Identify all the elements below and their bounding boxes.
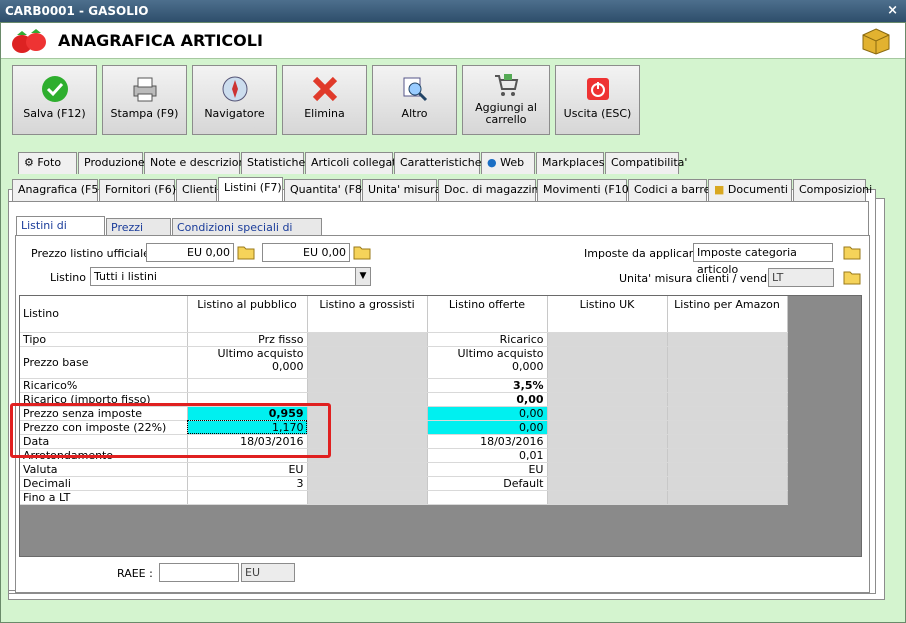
tab-composizioni[interactable]: Composizioni: [793, 179, 872, 201]
tab-anagrafica[interactable]: Anagrafica (F5): [12, 179, 103, 201]
tab-web[interactable]: ● Web: [481, 152, 535, 174]
print-button[interactable]: Stampa (F9): [102, 65, 187, 135]
subtab-listini-vendita[interactable]: Listini di vendita: [16, 216, 105, 250]
listino-select[interactable]: Tutti i listini ▼: [90, 267, 371, 286]
check-icon: [41, 76, 68, 102]
imposte-field[interactable]: Imposte categoria articolo: [693, 243, 833, 276]
subtab-prezzi-base[interactable]: Prezzi base: [106, 218, 171, 252]
tab-articoli-collegati[interactable]: Articoli collegati: [305, 152, 400, 174]
table-row: Prezzo con imposte (22%) 1,170 0,00: [20, 420, 788, 435]
header-bar: ANAGRAFICA ARTICOLI: [1, 23, 905, 59]
grid-header-offerte[interactable]: Listino offerte: [427, 296, 548, 333]
subtab-condizioni-speciali[interactable]: Condizioni speciali di vendita: [172, 218, 322, 252]
tab-fornitori[interactable]: Fornitori (F6): [99, 179, 176, 201]
table-row: Prezzo senza imposte 0,959 0,00: [20, 406, 788, 421]
table-row: Ricarico (importo fisso) 0,00: [20, 392, 788, 407]
table-row: Tipo Prz fisso Ricarico: [20, 332, 788, 347]
navigator-button[interactable]: Navigatore: [192, 65, 277, 135]
power-icon: [586, 78, 609, 100]
prezzo-listino-field-1[interactable]: EU 0,00: [146, 243, 234, 262]
grid-header-grossisti[interactable]: Listino a grossisti: [307, 296, 428, 333]
tab-statistiche[interactable]: Statistiche: [241, 152, 305, 174]
table-row: Arrotondamento 0,01: [20, 448, 788, 463]
tab-note-descrizioni[interactable]: Note e descrizioni: [144, 152, 249, 174]
grid-header-uk[interactable]: Listino UK: [547, 296, 668, 333]
unita-label: Unita' misura clienti / vendita :: [619, 272, 789, 285]
tab-codici-barre[interactable]: Codici a barre: [628, 179, 710, 201]
raee-currency: EU: [241, 563, 295, 582]
tab-compatibilita[interactable]: Compatibilita': [605, 152, 687, 174]
chevron-down-icon[interactable]: ▼: [355, 268, 370, 285]
tab-quantita[interactable]: Quantita' (F8): [284, 179, 366, 201]
exit-button[interactable]: Uscita (ESC): [555, 65, 640, 135]
grid-header-pubblico[interactable]: Listino al pubblico: [187, 296, 308, 333]
raee-label: RAEE :: [117, 567, 153, 580]
prezzo-listino-label: Prezzo listino ufficiale :: [31, 247, 158, 260]
tab-markplaces[interactable]: Markplaces: [536, 152, 604, 174]
window-title: CARB0001 - GASOLIO: [5, 4, 149, 18]
folder-icon[interactable]: [843, 269, 861, 286]
folder-icon[interactable]: [843, 244, 861, 261]
grid-header-row: Listino Listino al pubblico Listino a gr…: [20, 296, 788, 333]
page-title: ANAGRAFICA ARTICOLI: [58, 31, 263, 50]
delete-button[interactable]: Elimina: [282, 65, 367, 135]
folder-icon[interactable]: [353, 244, 371, 261]
unita-field: LT: [768, 268, 834, 287]
imposte-label: Imposte da applicare :: [584, 247, 708, 260]
grid-header-listino: Listino: [20, 296, 188, 333]
strawberry-logo-icon: [12, 29, 46, 53]
table-row: Decimali 3 Default: [20, 476, 788, 491]
printer-icon: [133, 77, 156, 102]
prezzo-listino-field-2[interactable]: EU 0,00: [262, 243, 350, 262]
close-icon[interactable]: ×: [887, 0, 898, 22]
main-window: ANAGRAFICA ARTICOLI Salva (F12) Stampa (…: [0, 22, 906, 623]
tab-foto[interactable]: ⚙ Foto: [18, 152, 77, 174]
tab-listini[interactable]: Listini (F7): [218, 177, 283, 201]
tab-documenti[interactable]: ■ Documenti: [708, 179, 792, 201]
window-titlebar: CARB0001 - GASOLIO ×: [0, 0, 906, 22]
table-row: Prezzo base Ultimo acquisto 0,000 Ultimo…: [20, 346, 788, 379]
tab-doc-magazzino[interactable]: Doc. di magazzino: [438, 179, 545, 201]
add-to-cart-button[interactable]: Aggiungi al carrello: [462, 65, 550, 135]
tab-unita-misura[interactable]: Unita' misura: [362, 179, 441, 201]
table-row: Data 18/03/2016 18/03/2016: [20, 434, 788, 449]
table-row: Fino a LT: [20, 490, 788, 505]
tab-produzione[interactable]: Produzione: [78, 152, 145, 174]
folder-icon: ■: [714, 183, 725, 196]
save-button[interactable]: Salva (F12): [12, 65, 97, 135]
delete-x-icon: [312, 76, 337, 102]
magnifier-icon: [403, 77, 427, 102]
listino-label: Listino :: [50, 271, 94, 284]
tab-movimenti[interactable]: Movimenti (F10): [537, 179, 633, 201]
camera-icon: ⚙: [24, 156, 34, 169]
other-button[interactable]: Altro: [372, 65, 457, 135]
package-icon: [862, 28, 890, 55]
table-row: Ricarico% 3,5%: [20, 378, 788, 393]
raee-field[interactable]: [159, 563, 239, 582]
compass-icon: [222, 76, 247, 102]
grid-header-amazon[interactable]: Listino per Amazon: [667, 296, 788, 333]
listini-grid: Listino Listino al pubblico Listino a gr…: [19, 295, 862, 557]
tab-clienti[interactable]: Clienti: [176, 179, 217, 201]
cart-icon: [495, 74, 519, 96]
folder-icon[interactable]: [237, 244, 255, 261]
tab-caratteristiche[interactable]: Caratteristiche: [394, 152, 482, 174]
globe-icon: ●: [487, 156, 497, 169]
table-row: Valuta EU EU: [20, 462, 788, 477]
